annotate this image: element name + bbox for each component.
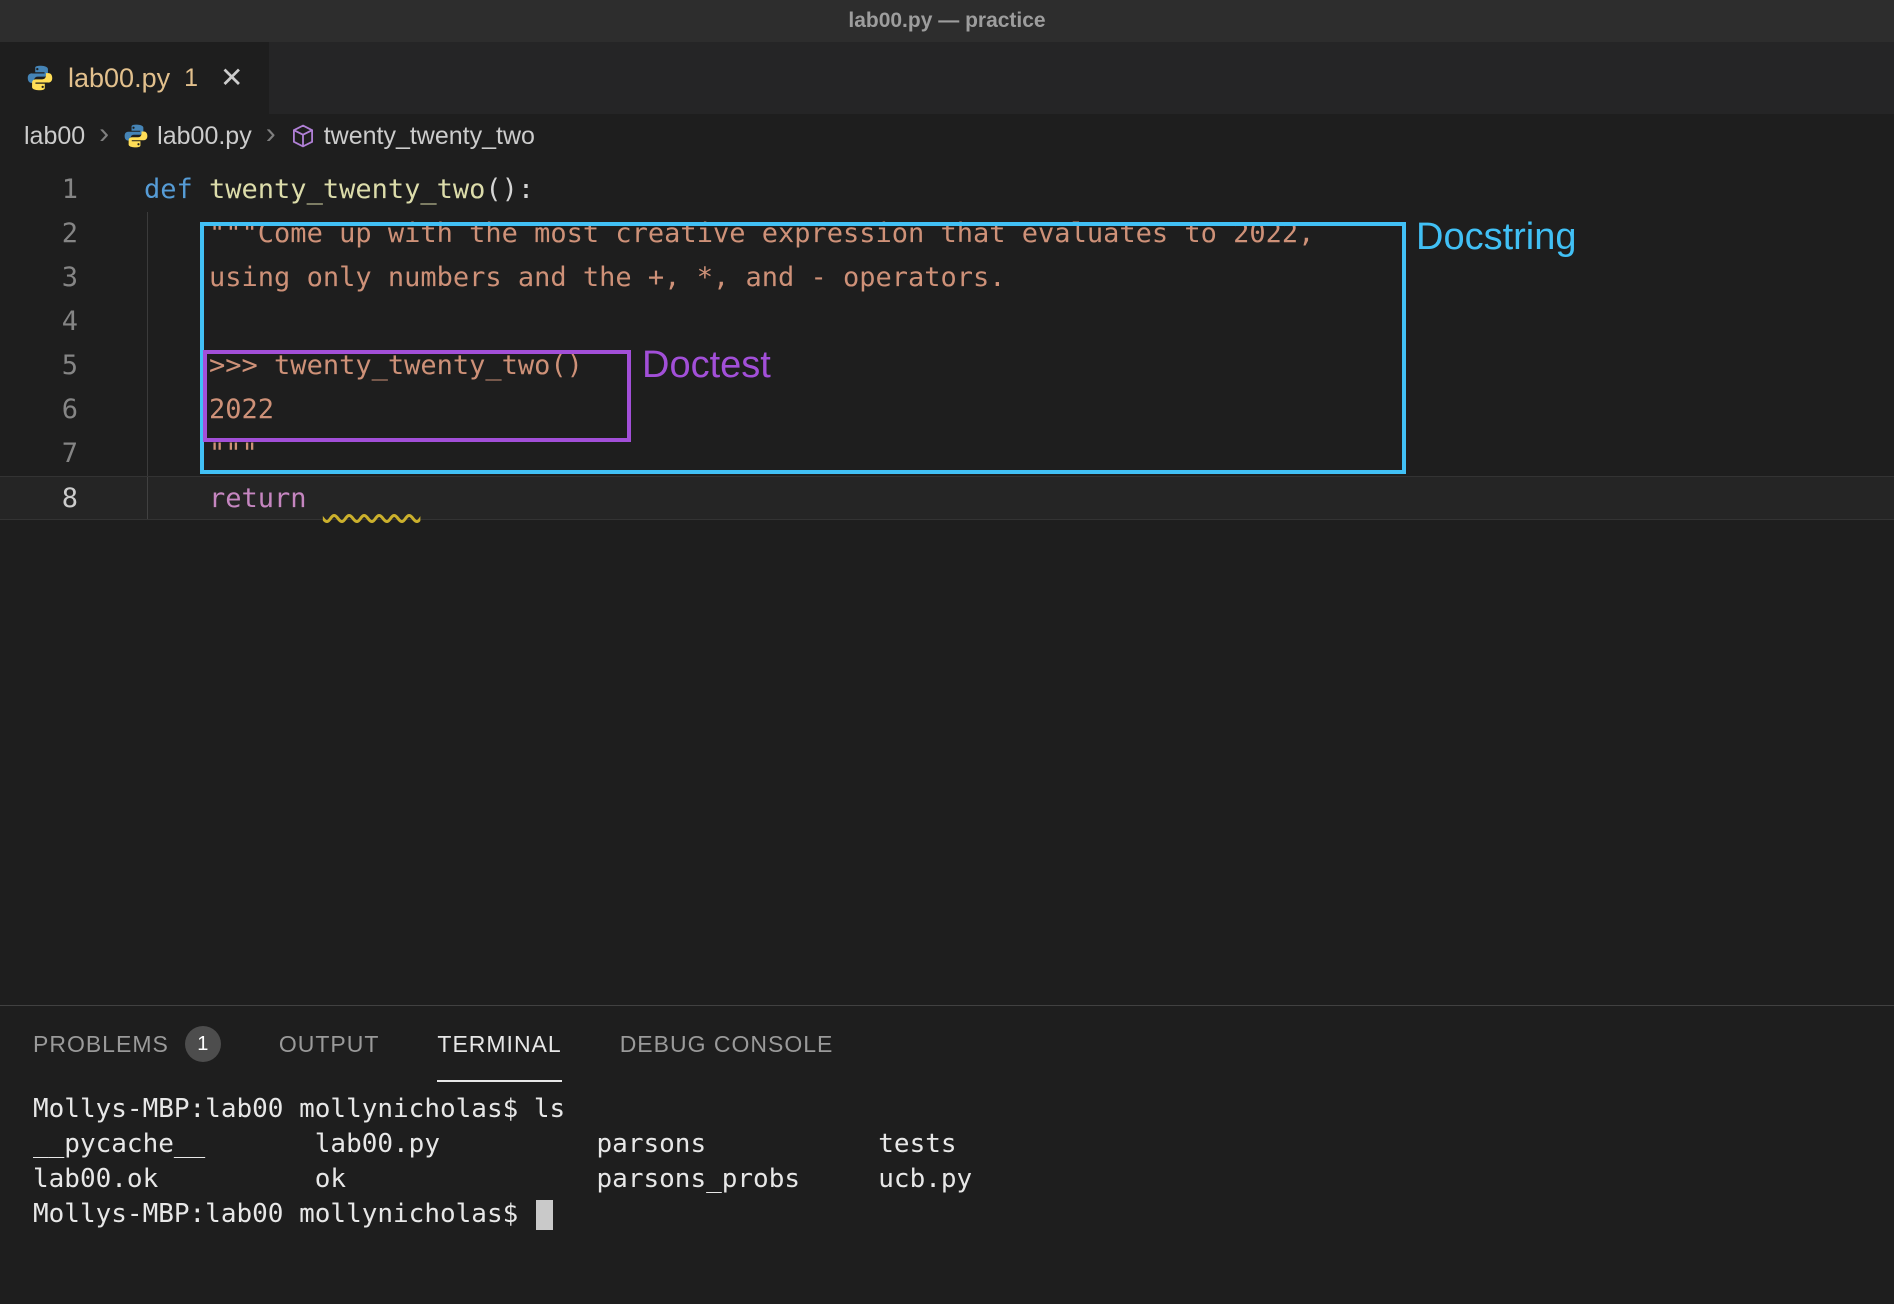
code-content: return bbox=[100, 477, 420, 519]
tab-close-icon[interactable]: ✕ bbox=[220, 64, 243, 92]
terminal-text: Mollys-MBP:lab00 mollynicholas$ bbox=[33, 1197, 534, 1232]
line-number: 8 bbox=[0, 477, 100, 519]
terminal-cursor bbox=[536, 1200, 553, 1230]
code-token bbox=[144, 262, 209, 293]
panel-tab-bar: PROBLEMS 1 OUTPUT TERMINAL DEBUG CONSOLE bbox=[0, 1006, 1894, 1082]
code-token: (): bbox=[485, 174, 534, 205]
problems-count-badge: 1 bbox=[185, 1026, 221, 1062]
panel-tab-terminal[interactable]: TERMINAL bbox=[437, 1006, 561, 1082]
code-content: """Come up with the most creative expres… bbox=[100, 212, 1314, 256]
code-token bbox=[144, 218, 209, 249]
panel-tab-label: OUTPUT bbox=[279, 1031, 380, 1058]
breadcrumb-separator-icon: › bbox=[99, 117, 109, 151]
terminal-line: lab00.ok ok parsons_probs ucb.py bbox=[33, 1162, 1894, 1197]
panel-tab-label: TERMINAL bbox=[437, 1031, 561, 1058]
breadcrumb-item-lab00[interactable]: lab00 bbox=[24, 122, 85, 151]
cube-icon bbox=[290, 123, 316, 149]
tab-lab00[interactable]: lab00.py 1 ✕ bbox=[0, 42, 269, 114]
code-token: twenty_twenty_two bbox=[209, 174, 485, 205]
code-line-5[interactable]: 5 >>> twenty_twenty_two() bbox=[0, 344, 1894, 388]
tab-modified-badge: 1 bbox=[184, 64, 198, 93]
line-number: 4 bbox=[0, 300, 100, 344]
code-token: """ bbox=[209, 438, 258, 469]
tab-label: lab00.py bbox=[68, 63, 170, 94]
panel-tab-output[interactable]: OUTPUT bbox=[279, 1006, 380, 1082]
terminal-text: Mollys-MBP:lab00 mollynicholas$ ls bbox=[33, 1092, 565, 1127]
panel-tab-label: PROBLEMS bbox=[33, 1031, 169, 1058]
line-number: 6 bbox=[0, 388, 100, 432]
code-content bbox=[100, 300, 144, 344]
line-number: 5 bbox=[0, 344, 100, 388]
line-number: 3 bbox=[0, 256, 100, 300]
panel-tab-debug-console[interactable]: DEBUG CONSOLE bbox=[620, 1006, 834, 1082]
code-lines: 1def twenty_twenty_two():2 """Come up wi… bbox=[0, 168, 1894, 520]
code-token: return bbox=[209, 483, 323, 514]
python-icon bbox=[26, 64, 54, 92]
terminal-output[interactable]: Mollys-MBP:lab00 mollynicholas$ ls__pyca… bbox=[0, 1082, 1894, 1232]
tab-bar: lab00.py 1 ✕ bbox=[0, 42, 1894, 114]
code-line-6[interactable]: 6 2022 bbox=[0, 388, 1894, 432]
code-content: def twenty_twenty_two(): bbox=[100, 168, 534, 212]
code-content: using only numbers and the +, *, and - o… bbox=[100, 256, 1006, 300]
code-content: >>> twenty_twenty_two() bbox=[100, 344, 583, 388]
docstring-annotation-label: Docstring bbox=[1416, 216, 1577, 259]
code-token: 2022 bbox=[209, 394, 274, 425]
panel-tab-label: DEBUG CONSOLE bbox=[620, 1031, 834, 1058]
code-content: 2022 bbox=[100, 388, 274, 432]
code-token: >>> twenty_twenty_two() bbox=[209, 350, 583, 381]
breadcrumb-item-twenty_twenty_two[interactable]: twenty_twenty_two bbox=[290, 122, 535, 151]
code-line-7[interactable]: 7 """ bbox=[0, 432, 1894, 476]
code-token bbox=[144, 483, 209, 514]
code-line-8[interactable]: 8 return bbox=[0, 476, 1894, 520]
code-token bbox=[144, 394, 209, 425]
line-number: 7 bbox=[0, 432, 100, 476]
breadcrumb-label: twenty_twenty_two bbox=[324, 122, 535, 151]
bottom-panel: PROBLEMS 1 OUTPUT TERMINAL DEBUG CONSOLE Mol… bbox=[0, 1005, 1894, 1304]
code-line-2[interactable]: 2 """Come up with the most creative expr… bbox=[0, 212, 1894, 256]
line-number: 1 bbox=[0, 168, 100, 212]
code-line-3[interactable]: 3 using only numbers and the +, *, and -… bbox=[0, 256, 1894, 300]
breadcrumb-separator-icon: › bbox=[266, 117, 276, 151]
code-token: using only numbers and the +, *, and - o… bbox=[209, 262, 1006, 293]
terminal-line: Mollys-MBP:lab00 mollynicholas$ bbox=[33, 1197, 1894, 1232]
code-token bbox=[144, 350, 209, 381]
titlebar: lab00.py — practice bbox=[0, 0, 1894, 42]
line-number: 2 bbox=[0, 212, 100, 256]
code-token: def bbox=[144, 174, 209, 205]
python-icon bbox=[123, 123, 149, 149]
breadcrumb: lab00 › lab00.py › twenty_twenty_two bbox=[0, 114, 1894, 158]
code-line-4[interactable]: 4 bbox=[0, 300, 1894, 344]
doctest-annotation-label: Doctest bbox=[642, 344, 771, 387]
panel-tab-problems[interactable]: PROBLEMS 1 bbox=[33, 1006, 221, 1082]
breadcrumb-label: lab00.py bbox=[157, 122, 252, 151]
terminal-line: __pycache__ lab00.py parsons tests bbox=[33, 1127, 1894, 1162]
code-editor[interactable]: 1def twenty_twenty_two():2 """Come up wi… bbox=[0, 158, 1894, 1005]
code-token: """Come up with the most creative expres… bbox=[209, 218, 1314, 249]
code-line-1[interactable]: 1def twenty_twenty_two(): bbox=[0, 168, 1894, 212]
breadcrumb-item-lab00-py[interactable]: lab00.py bbox=[123, 122, 252, 151]
code-content: """ bbox=[100, 432, 258, 476]
code-token bbox=[323, 483, 421, 514]
breadcrumb-label: lab00 bbox=[24, 122, 85, 151]
code-token bbox=[144, 438, 209, 469]
terminal-text: __pycache__ lab00.py parsons tests bbox=[33, 1127, 957, 1162]
terminal-line: Mollys-MBP:lab00 mollynicholas$ ls bbox=[33, 1092, 1894, 1127]
window-title: lab00.py — practice bbox=[848, 9, 1045, 33]
terminal-text: lab00.ok ok parsons_probs ucb.py bbox=[33, 1162, 972, 1197]
